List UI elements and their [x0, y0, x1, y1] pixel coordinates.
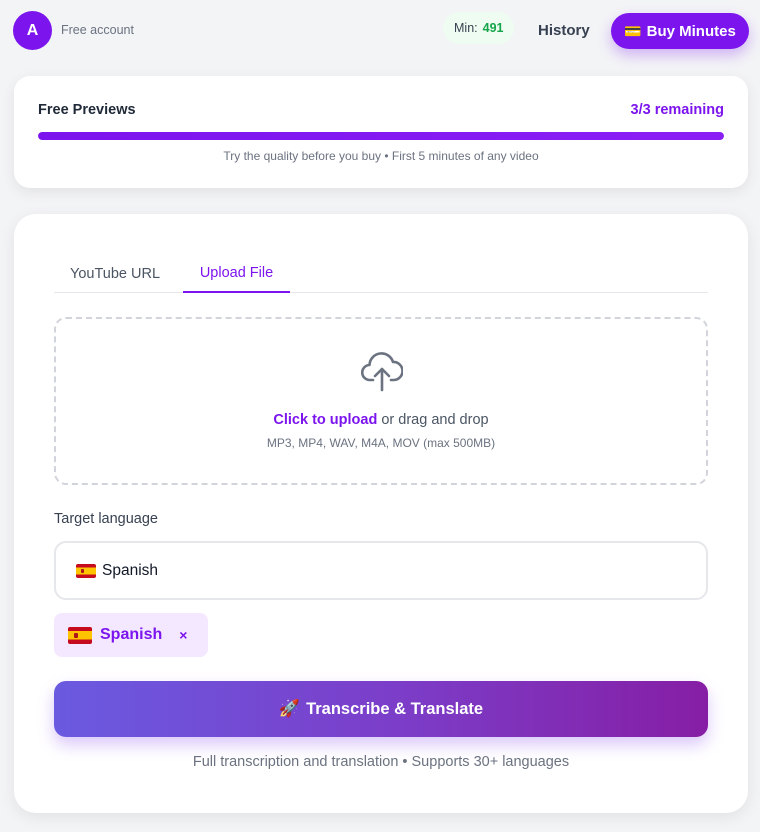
minutes-balance-badge: Min: 491 [443, 12, 515, 44]
history-button[interactable]: History [528, 12, 600, 48]
buy-minutes-button[interactable]: 💳 Buy Minutes [611, 13, 749, 49]
previews-note: Try the quality before you buy • First 5… [223, 149, 539, 163]
transcribe-translate-button[interactable]: 🚀 Transcribe & Translate [54, 681, 708, 737]
remove-language-button[interactable]: × [179, 627, 187, 643]
language-chip-label: Spanish [100, 626, 163, 643]
free-previews-card: Free Previews 3/3 remaining Try the qual… [14, 76, 748, 188]
buy-minutes-label: Buy Minutes [646, 22, 736, 40]
source-tabs: YouTube URL Upload File [54, 254, 708, 293]
credit-card-icon: 💳 [624, 22, 642, 39]
target-language-select[interactable]: Spanish [54, 541, 708, 600]
tab-youtube-url[interactable]: YouTube URL [70, 254, 160, 293]
previews-remaining-count: 3/3 remaining [630, 102, 724, 118]
minutes-value: 491 [482, 21, 504, 35]
previews-progress-bar [38, 132, 724, 140]
file-dropzone[interactable]: Click to upload or drag and drop MP3, MP… [54, 317, 708, 485]
top-bar: A Free account Min: 491 History 💳 Buy Mi… [0, 0, 760, 62]
spain-flag-icon [76, 563, 96, 578]
dropzone-instruction: Click to upload or drag and drop [56, 412, 706, 428]
cloud-upload-icon [361, 352, 403, 392]
account-type-label: Free account [61, 23, 134, 37]
language-chip-spanish: Spanish × [54, 613, 208, 657]
rocket-icon: 🚀 [278, 699, 301, 718]
minutes-label: Min: [454, 21, 478, 35]
tab-upload-file[interactable]: Upload File [183, 254, 290, 293]
selected-language: Spanish [102, 561, 159, 579]
target-language-label: Target language [54, 511, 158, 527]
click-to-upload-link[interactable]: Click to upload [273, 412, 377, 428]
transcribe-button-label: Transcribe & Translate [306, 699, 484, 718]
transcribe-card: YouTube URL Upload File Click to upload … [14, 214, 748, 813]
supported-formats: MP3, MP4, WAV, M4A, MOV (max 500MB) [266, 436, 496, 450]
spain-flag-icon [68, 626, 92, 644]
free-previews-title: Free Previews [38, 102, 136, 118]
avatar[interactable]: A [13, 11, 52, 50]
feature-note: Full transcription and translation • Sup… [192, 754, 570, 770]
previews-progress-fill [38, 132, 724, 140]
drag-drop-text: or drag and drop [377, 412, 489, 428]
